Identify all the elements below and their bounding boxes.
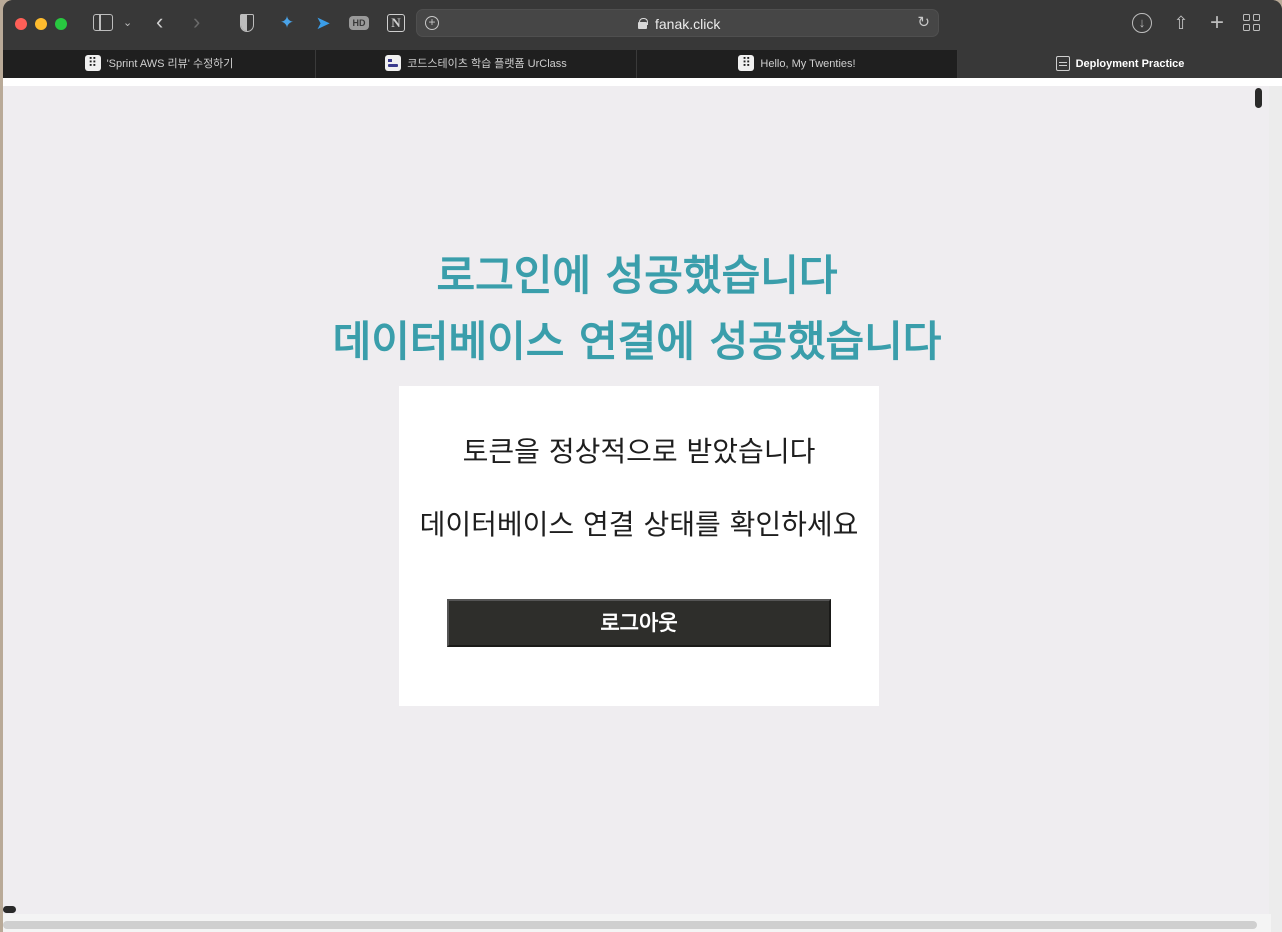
tab-sprint-aws-review[interactable]: 'Sprint AWS 리뷰' 수정하기 xyxy=(3,50,316,78)
bird-icon[interactable]: ✦ xyxy=(278,14,296,32)
arrow-icon[interactable]: ➤ xyxy=(314,14,332,32)
reload-icon[interactable]: ↻ xyxy=(917,14,930,32)
chevron-down-icon[interactable]: ⌄ xyxy=(123,13,132,33)
codestates-icon xyxy=(385,55,402,72)
tab-bar: 'Sprint AWS 리뷰' 수정하기 코드스테이츠 학습 플랫폼 UrCla… xyxy=(3,50,1282,78)
vertical-scrollbar-thumb[interactable] xyxy=(1255,88,1262,108)
db-success-heading: 데이터베이스 연결에 성공했습니다 xyxy=(332,317,942,366)
lock-icon xyxy=(638,18,648,29)
url-text[interactable]: fanak.click xyxy=(655,16,720,32)
horizontal-scrollbar-thumb[interactable] xyxy=(3,921,1257,929)
share-icon[interactable]: ⇧ xyxy=(1170,12,1192,34)
download-icon[interactable]: ↓ xyxy=(1132,13,1152,33)
shield-icon[interactable] xyxy=(240,14,254,32)
hd-icon[interactable]: HD xyxy=(349,16,369,30)
browser-window: ⌄ ‹ › ✦ ➤ HD N + fanak.click ↻ ↓ ⇧ + 'Sp… xyxy=(3,0,1282,932)
tab-hello-my-twenties[interactable]: Hello, My Twenties! xyxy=(637,50,958,78)
browser-toolbar: ⌄ ‹ › ✦ ➤ HD N + fanak.click ↻ ↓ ⇧ + xyxy=(3,0,1282,50)
dots-icon xyxy=(84,55,101,72)
token-message: 토큰을 정상적으로 받았습니다 xyxy=(462,435,816,468)
back-button[interactable]: ‹ xyxy=(156,11,163,33)
tab-deployment-practice[interactable]: Deployment Practice xyxy=(958,50,1282,78)
status-card: 토큰을 정상적으로 받았습니다 데이터베이스 연결 상태를 확인하세요 로그아웃 xyxy=(399,386,879,706)
login-success-heading: 로그인에 성공했습니다 xyxy=(436,251,838,300)
page-body: 로그인에 성공했습니다 데이터베이스 연결에 성공했습니다 토큰을 정상적으로 … xyxy=(3,86,1282,932)
plus-circle-icon[interactable]: + xyxy=(425,16,439,30)
maximize-window-button[interactable] xyxy=(55,18,67,30)
horizontal-scroll-indicator[interactable] xyxy=(3,906,16,913)
tab-overview-icon[interactable] xyxy=(1243,14,1261,32)
dots-icon xyxy=(738,55,755,72)
notion-icon[interactable]: N xyxy=(387,14,405,32)
web-viewport: 로그인에 성공했습니다 데이터베이스 연결에 성공했습니다 토큰을 정상적으로 … xyxy=(3,78,1282,932)
page-icon xyxy=(1055,55,1070,71)
new-tab-icon[interactable]: + xyxy=(1206,11,1228,35)
vertical-scrollbar-track[interactable] xyxy=(1269,86,1282,932)
tab-urclass[interactable]: 코드스테이츠 학습 플랫폼 UrClass xyxy=(316,50,637,78)
close-window-button[interactable] xyxy=(15,18,27,30)
address-bar[interactable]: + fanak.click ↻ xyxy=(416,9,939,37)
tab-label: 'Sprint AWS 리뷰' 수정하기 xyxy=(106,58,234,70)
tab-label: Hello, My Twenties! xyxy=(760,58,856,70)
tab-label: 코드스테이츠 학습 플랫폼 UrClass xyxy=(407,58,567,70)
logout-button[interactable]: 로그아웃 xyxy=(447,599,831,647)
db-check-message: 데이터베이스 연결 상태를 확인하세요 xyxy=(419,508,859,541)
forward-button[interactable]: › xyxy=(193,11,200,33)
tab-label: Deployment Practice xyxy=(1075,58,1185,70)
sidebar-toggle-icon[interactable] xyxy=(93,14,113,31)
minimize-window-button[interactable] xyxy=(35,18,47,30)
